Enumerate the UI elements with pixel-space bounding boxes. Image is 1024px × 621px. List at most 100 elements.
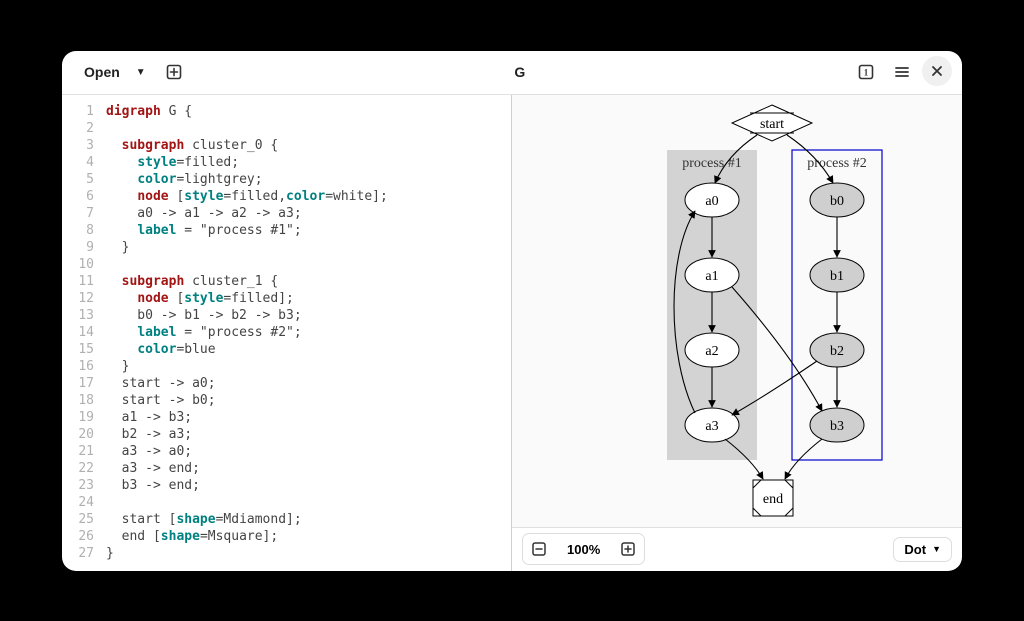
code-line: 3 subgraph cluster_0 { bbox=[62, 137, 511, 154]
editor-pane: 1digraph G {23 subgraph cluster_0 {4 sty… bbox=[62, 95, 512, 571]
panel-toggle-button[interactable]: 1 bbox=[850, 56, 882, 88]
preview-pane: process #1 process #2 start bbox=[512, 95, 962, 571]
line-number: 8 bbox=[62, 222, 106, 239]
chevron-down-icon: ▼ bbox=[932, 544, 941, 554]
line-number: 19 bbox=[62, 409, 106, 426]
line-number: 4 bbox=[62, 154, 106, 171]
code-content: a0 -> a1 -> a2 -> a3; bbox=[106, 205, 511, 222]
line-number: 27 bbox=[62, 545, 106, 562]
minus-box-icon bbox=[532, 542, 546, 556]
code-line: 16 } bbox=[62, 358, 511, 375]
code-line: 13 b0 -> b1 -> b2 -> b3; bbox=[62, 307, 511, 324]
code-content: } bbox=[106, 239, 511, 256]
zoom-in-button[interactable] bbox=[614, 536, 642, 562]
code-line: 20 b2 -> a3; bbox=[62, 426, 511, 443]
new-tab-button[interactable] bbox=[158, 56, 190, 88]
code-line: 17 start -> a0; bbox=[62, 375, 511, 392]
code-line: 12 node [style=filled]; bbox=[62, 290, 511, 307]
code-content: label = "process #1"; bbox=[106, 222, 511, 239]
code-content: b2 -> a3; bbox=[106, 426, 511, 443]
svg-text:a0: a0 bbox=[705, 194, 718, 209]
code-line: 15 color=blue bbox=[62, 341, 511, 358]
node-b3: b3 bbox=[810, 408, 864, 442]
line-number: 26 bbox=[62, 528, 106, 545]
cluster0-label: process #1 bbox=[682, 156, 742, 171]
code-line: 11 subgraph cluster_1 { bbox=[62, 273, 511, 290]
svg-text:b0: b0 bbox=[830, 194, 844, 209]
open-button[interactable]: Open bbox=[72, 57, 130, 87]
engine-dropdown[interactable]: Dot ▼ bbox=[893, 537, 952, 562]
code-line: 10 bbox=[62, 256, 511, 273]
zoom-level: 100% bbox=[557, 542, 610, 557]
line-number: 21 bbox=[62, 443, 106, 460]
svg-text:1: 1 bbox=[864, 68, 869, 78]
line-number: 25 bbox=[62, 511, 106, 528]
window-title: G bbox=[196, 64, 844, 80]
code-line: 21 a3 -> a0; bbox=[62, 443, 511, 460]
code-content bbox=[106, 494, 511, 511]
svg-text:b2: b2 bbox=[830, 344, 844, 359]
code-content: b0 -> b1 -> b2 -> b3; bbox=[106, 307, 511, 324]
titlebar-right: 1 bbox=[850, 56, 952, 88]
line-number: 1 bbox=[62, 103, 106, 120]
node-b0: b0 bbox=[810, 183, 864, 217]
app-window: Open ▼ G 1 1digraph G {23 subgraph clust… bbox=[62, 51, 962, 571]
svg-text:b1: b1 bbox=[830, 269, 844, 284]
code-line: 25 start [shape=Mdiamond]; bbox=[62, 511, 511, 528]
code-content: a3 -> end; bbox=[106, 460, 511, 477]
svg-text:start: start bbox=[760, 117, 784, 132]
svg-text:b3: b3 bbox=[830, 419, 844, 434]
line-number: 3 bbox=[62, 137, 106, 154]
code-content: start [shape=Mdiamond]; bbox=[106, 511, 511, 528]
line-number: 12 bbox=[62, 290, 106, 307]
node-a2: a2 bbox=[685, 333, 739, 367]
code-content: b3 -> end; bbox=[106, 477, 511, 494]
code-line: 27} bbox=[62, 545, 511, 562]
code-line: 24 bbox=[62, 494, 511, 511]
code-content: digraph G { bbox=[106, 103, 511, 120]
zoom-out-button[interactable] bbox=[525, 536, 553, 562]
code-content bbox=[106, 120, 511, 137]
node-a3: a3 bbox=[685, 408, 739, 442]
code-content: color=blue bbox=[106, 341, 511, 358]
graph-svg: process #1 process #2 start bbox=[567, 95, 907, 525]
line-number: 14 bbox=[62, 324, 106, 341]
open-recent-dropdown[interactable]: ▼ bbox=[130, 57, 152, 87]
code-line: 18 start -> b0; bbox=[62, 392, 511, 409]
code-content: color=lightgrey; bbox=[106, 171, 511, 188]
code-line: 26 end [shape=Msquare]; bbox=[62, 528, 511, 545]
code-content: label = "process #2"; bbox=[106, 324, 511, 341]
code-line: 14 label = "process #2"; bbox=[62, 324, 511, 341]
titlebar: Open ▼ G 1 bbox=[62, 51, 962, 95]
node-a1: a1 bbox=[685, 258, 739, 292]
line-number: 22 bbox=[62, 460, 106, 477]
code-line: 2 bbox=[62, 120, 511, 137]
close-button[interactable] bbox=[922, 56, 952, 86]
svg-text:a2: a2 bbox=[705, 344, 718, 359]
line-number: 24 bbox=[62, 494, 106, 511]
code-line: 6 node [style=filled,color=white]; bbox=[62, 188, 511, 205]
node-end: end bbox=[753, 480, 793, 516]
code-line: 9 } bbox=[62, 239, 511, 256]
svg-text:end: end bbox=[763, 492, 783, 507]
open-group: Open ▼ bbox=[72, 57, 152, 87]
plus-box-icon bbox=[166, 64, 182, 80]
line-number: 20 bbox=[62, 426, 106, 443]
code-content: a1 -> b3; bbox=[106, 409, 511, 426]
engine-label: Dot bbox=[904, 542, 926, 557]
node-b2: b2 bbox=[810, 333, 864, 367]
line-number: 18 bbox=[62, 392, 106, 409]
panel-icon: 1 bbox=[858, 64, 874, 80]
code-editor[interactable]: 1digraph G {23 subgraph cluster_0 {4 sty… bbox=[62, 95, 511, 571]
code-line: 1digraph G { bbox=[62, 103, 511, 120]
code-content: subgraph cluster_0 { bbox=[106, 137, 511, 154]
code-line: 19 a1 -> b3; bbox=[62, 409, 511, 426]
line-number: 11 bbox=[62, 273, 106, 290]
code-line: 23 b3 -> end; bbox=[62, 477, 511, 494]
code-line: 22 a3 -> end; bbox=[62, 460, 511, 477]
menu-button[interactable] bbox=[886, 56, 918, 88]
code-content: node [style=filled]; bbox=[106, 290, 511, 307]
code-line: 5 color=lightgrey; bbox=[62, 171, 511, 188]
graph-viewport[interactable]: process #1 process #2 start bbox=[512, 95, 962, 527]
code-line: 8 label = "process #1"; bbox=[62, 222, 511, 239]
